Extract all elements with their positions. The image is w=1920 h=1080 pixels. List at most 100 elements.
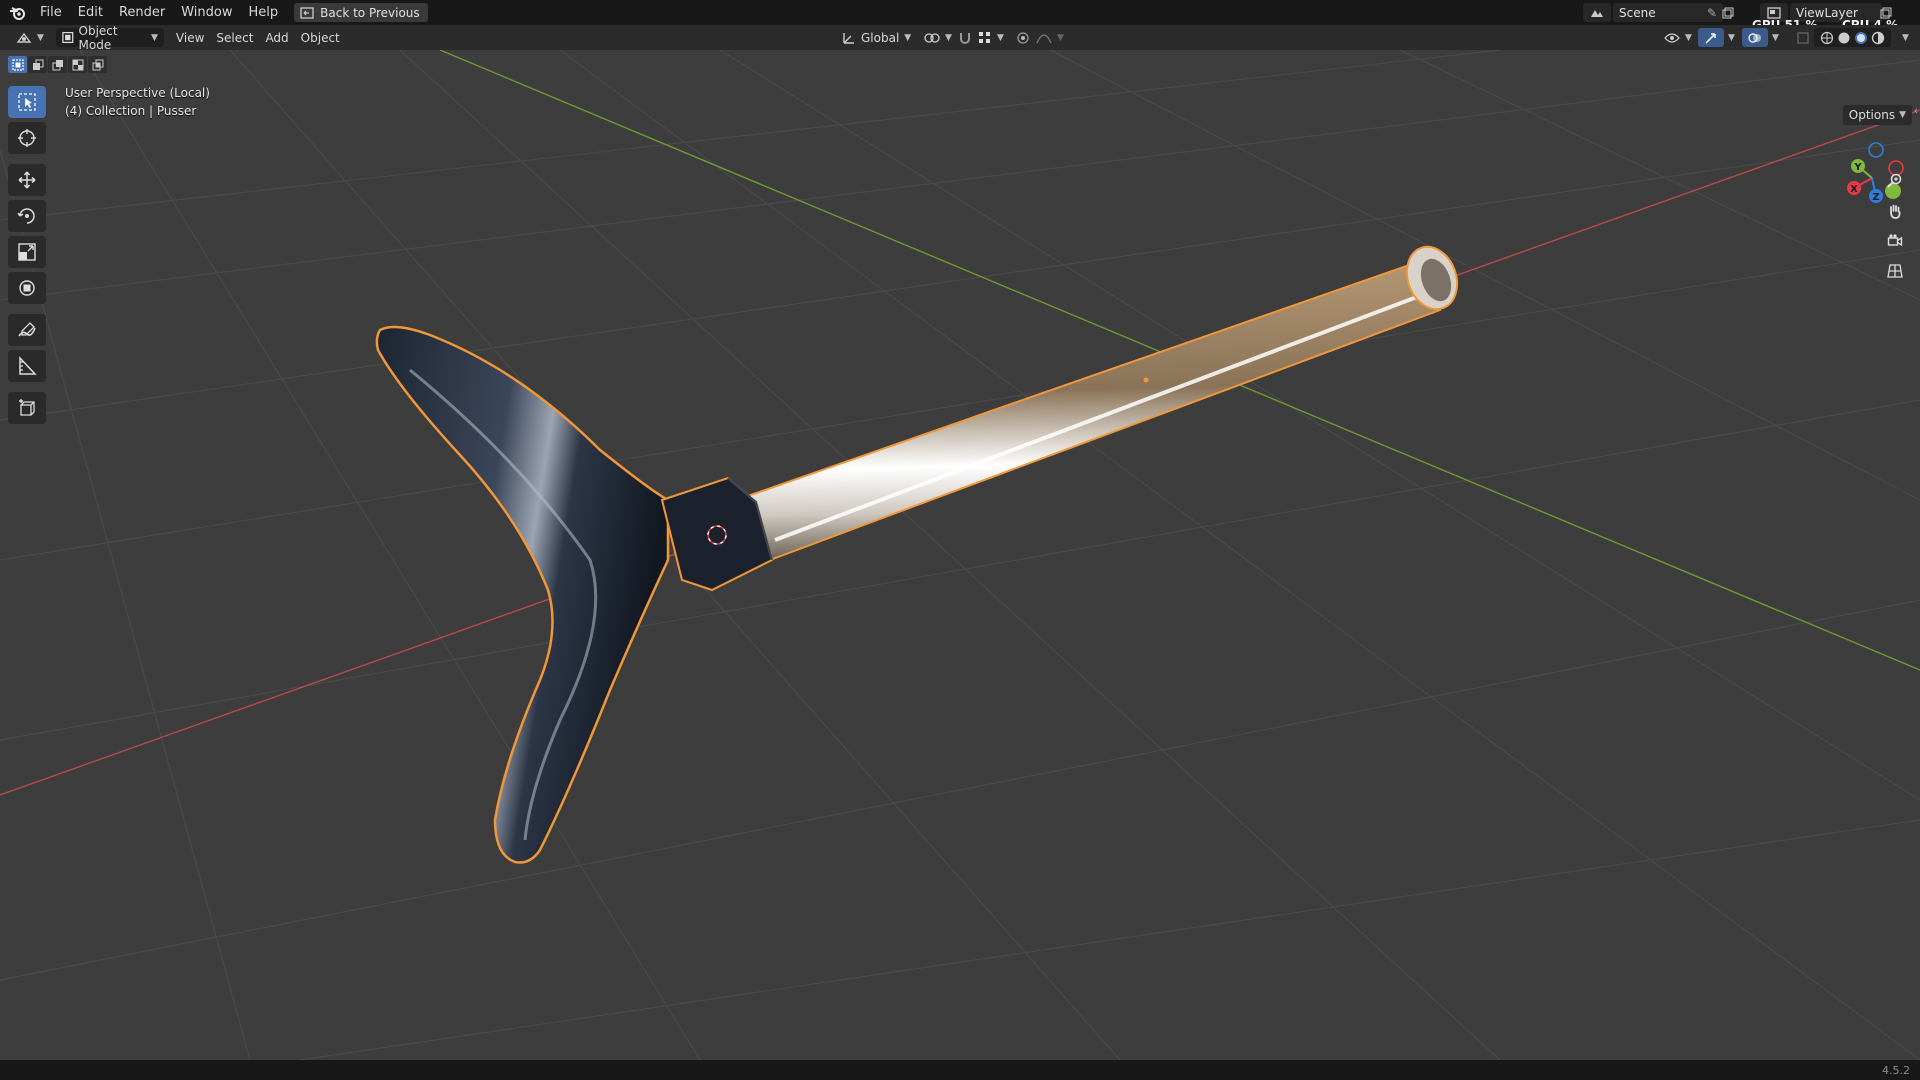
visibility-dropdown[interactable]: ▼ [1658, 28, 1698, 47]
back-to-previous-label: Back to Previous [320, 5, 420, 20]
overlays-dropdown[interactable]: ▼ [1766, 28, 1785, 47]
version-label: 4.5.2 [1882, 1063, 1910, 1077]
pivot-icon [924, 32, 940, 43]
shading-dropdown[interactable]: ▼ [1896, 28, 1915, 47]
rod-mesh [740, 260, 1442, 562]
orientation-label: Global [861, 30, 900, 45]
magnet-icon [960, 32, 970, 44]
eye-icon [1664, 32, 1680, 43]
chevron-down-icon: ▼ [151, 32, 158, 43]
camera-icon [1887, 234, 1903, 247]
shading-modes [1814, 28, 1891, 47]
scene-name: Scene [1619, 5, 1656, 20]
mode-label: Object Mode [78, 23, 118, 52]
active-collection-label: (4) Collection | Pusser [65, 104, 197, 118]
menu-select[interactable]: Select [210, 28, 259, 47]
snap-grid-icon [979, 31, 990, 43]
proportional-edit-icon [1017, 31, 1029, 44]
chevron-down-icon: ▼ [997, 32, 1004, 43]
viewport-header: ▼ Object Mode ▼ View Select Add Object G… [0, 24, 1920, 52]
falloff-dropdown[interactable]: ▼ [1030, 28, 1070, 47]
select-extend-icon [32, 59, 43, 70]
floor-grid [0, 50, 1920, 1060]
viewport-scene [0, 50, 1920, 1060]
menu-add[interactable]: Add [259, 28, 294, 47]
gizmo-z-label: Z [1872, 192, 1879, 203]
new-scene-button[interactable] [1718, 3, 1738, 22]
rotate-tool[interactable] [8, 200, 46, 232]
blender-logo-icon[interactable] [4, 0, 32, 25]
scene-browse-button[interactable] [1583, 3, 1611, 22]
toggle-perspective-button[interactable] [1882, 258, 1908, 284]
rotate-icon [17, 208, 35, 224]
select-subtract-button[interactable] [48, 56, 67, 73]
camera-view-button[interactable] [1882, 228, 1908, 254]
gizmo-dropdown[interactable]: ▼ [1722, 28, 1741, 47]
view-perspective-label: User Perspective (Local) [65, 86, 210, 100]
zoom-view-button[interactable] [1882, 168, 1908, 194]
snap-target-dropdown[interactable]: ▼ [972, 28, 1010, 47]
overlays-icon [1748, 32, 1761, 43]
menu-view[interactable]: View [170, 28, 210, 47]
select-intersect-icon [92, 59, 103, 70]
annotate-tool[interactable] [8, 314, 46, 346]
gizmo-icon [1705, 32, 1716, 44]
menu-window[interactable]: Window [173, 0, 240, 25]
move-tool[interactable] [8, 164, 46, 196]
select-intersect-button[interactable] [88, 56, 107, 73]
back-to-previous-button[interactable]: Back to Previous [294, 3, 428, 22]
overlays-toggle[interactable] [1742, 28, 1768, 47]
pan-view-button[interactable] [1882, 198, 1908, 224]
sidebar-toggle-icon[interactable]: ‹ [1914, 104, 1918, 117]
annotate-icon [18, 322, 36, 337]
zoom-icon [1887, 173, 1902, 188]
3d-viewport[interactable]: User Perspective (Local) (4) Collection … [0, 50, 1920, 1060]
pin-icon[interactable]: ✎ [1707, 6, 1717, 20]
xray-toggle[interactable] [1790, 28, 1816, 47]
rod-highlight [774, 290, 1431, 542]
view-layer-icon [1767, 6, 1781, 19]
pusser-object[interactable] [375, 240, 1466, 864]
material-shading-icon[interactable] [1854, 31, 1868, 45]
options-label: Options [1848, 108, 1896, 122]
cursor-icon [18, 129, 36, 147]
chevron-down-icon: ▼ [1899, 110, 1906, 120]
wireframe-shading-icon[interactable] [1820, 31, 1834, 45]
add-cube-icon [19, 399, 35, 416]
scale-tool[interactable] [8, 236, 46, 268]
options-dropdown[interactable]: Options ▼ [1842, 105, 1912, 125]
gizmo-neg-z-handle[interactable] [1868, 142, 1884, 158]
transform-orientation-dropdown[interactable]: Global ▼ [836, 28, 917, 47]
status-bar: 4.5.2 [0, 1060, 1920, 1080]
back-icon [300, 6, 314, 19]
handle-mesh [375, 325, 670, 864]
measure-tool[interactable] [8, 350, 46, 382]
object-mode-icon [62, 31, 74, 44]
editor-type-button[interactable]: ▼ [10, 28, 50, 47]
menu-edit[interactable]: Edit [70, 0, 111, 25]
selection-mode-buttons [8, 56, 107, 73]
mode-dropdown[interactable]: Object Mode ▼ [55, 24, 164, 52]
select-invert-button[interactable] [68, 56, 87, 73]
chevron-down-icon: ▼ [1057, 32, 1064, 43]
hand-icon [1890, 204, 1901, 219]
xray-icon [1797, 31, 1809, 44]
add-cube-tool[interactable] [8, 392, 46, 424]
object-origin-dot [1143, 377, 1149, 383]
cursor-tool[interactable] [8, 122, 46, 154]
menu-render[interactable]: Render [111, 0, 173, 25]
solid-shading-icon[interactable] [1837, 31, 1851, 45]
rendered-shading-icon[interactable] [1871, 31, 1885, 45]
menu-help[interactable]: Help [241, 0, 287, 25]
transform-tool[interactable] [8, 272, 46, 304]
select-invert-icon [72, 59, 83, 70]
chevron-down-icon: ▼ [37, 32, 44, 43]
menu-file[interactable]: File [32, 0, 70, 25]
select-box-tool[interactable] [8, 86, 46, 118]
menu-object[interactable]: Object [295, 28, 346, 47]
top-menu-bar: File Edit Render Window Help Back to Pre… [0, 0, 1920, 32]
scene-name-field[interactable]: Scene ✎ [1613, 3, 1723, 22]
select-extend-button[interactable] [28, 56, 47, 73]
select-new-button[interactable] [8, 56, 27, 73]
gizmo-toggle[interactable] [1698, 28, 1724, 47]
